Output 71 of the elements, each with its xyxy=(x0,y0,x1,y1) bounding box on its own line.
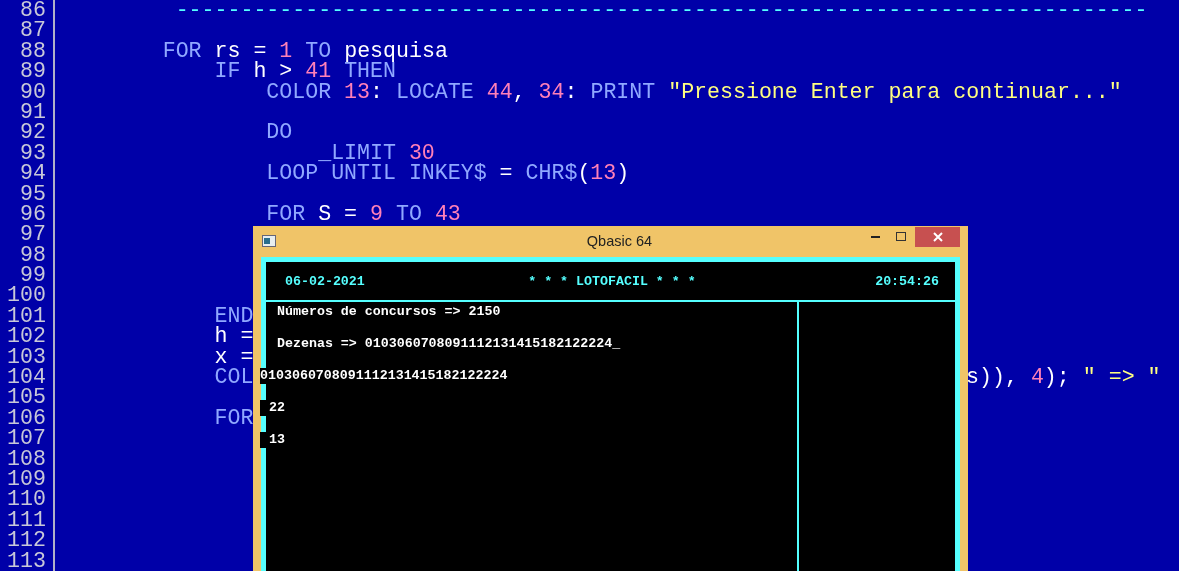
console-output: 22 xyxy=(260,400,285,416)
line-number: 107 xyxy=(0,428,55,449)
keyword: TO xyxy=(396,201,422,226)
line-number: 92 xyxy=(0,122,55,143)
keyword: IF xyxy=(214,59,241,84)
line-number: 110 xyxy=(0,489,55,510)
minimize-icon xyxy=(870,234,880,238)
window-icon xyxy=(262,235,276,247)
console-output: Dezenas => 0103060708091112131415182122224_ xyxy=(277,336,621,352)
line-number: 95 xyxy=(0,183,55,204)
line-number: 106 xyxy=(0,407,55,429)
console-output: Números de concursos => 2150 xyxy=(277,304,501,320)
code-text: : xyxy=(370,79,383,104)
window-title: Qbasic 64 xyxy=(586,233,653,249)
string-literal: " => " xyxy=(1082,365,1161,390)
code-text: s)), xyxy=(966,365,1018,390)
keyword: CHR$ xyxy=(525,161,578,186)
number-literal: 9 xyxy=(370,201,384,226)
string-literal: "Pressione Enter para continuar..." xyxy=(668,79,1122,104)
keyword: LOCATE xyxy=(395,79,474,104)
number-literal: 43 xyxy=(434,201,461,226)
code-text: : xyxy=(564,79,578,104)
line-number: 112 xyxy=(0,530,55,551)
line-number: 88 xyxy=(0,40,55,62)
line-number: 87 xyxy=(0,20,55,41)
code-text: S = xyxy=(318,201,358,226)
line-number: 113 xyxy=(0,550,55,571)
line-number: 94 xyxy=(0,163,55,184)
line-number: 104 xyxy=(0,367,55,388)
line-number: 102 xyxy=(0,326,55,347)
number-literal: 13 xyxy=(344,79,371,104)
time-text: 20:54:26 xyxy=(875,273,939,289)
number-literal: 13 xyxy=(590,161,617,186)
line-number: 89 xyxy=(0,61,55,82)
line-number: 99 xyxy=(0,265,55,286)
close-button[interactable] xyxy=(915,227,960,247)
keyword: FOR xyxy=(162,38,202,63)
maximize-icon xyxy=(896,231,906,241)
console-output: 0103060708091112131415182122224 xyxy=(260,368,508,384)
keyword: DO xyxy=(266,120,293,145)
code-text: ) xyxy=(616,161,630,186)
console-output: 13 xyxy=(260,432,285,448)
code-text: ); xyxy=(1043,365,1070,390)
keyword: FOR xyxy=(214,405,254,430)
line-number: 93 xyxy=(0,142,55,164)
line-number: 105 xyxy=(0,387,55,408)
number-literal: 4 xyxy=(1030,365,1044,390)
line-number: 96 xyxy=(0,203,55,225)
line-number: 109 xyxy=(0,469,55,490)
code-text: pesquisa xyxy=(344,38,448,63)
date-text: 06-02-2021 xyxy=(285,273,365,289)
number-literal: 34 xyxy=(538,79,565,104)
keyword: FOR xyxy=(266,201,306,226)
line-number: 90 xyxy=(0,81,55,102)
keyword: PRINT xyxy=(590,79,656,104)
close-icon xyxy=(932,232,943,242)
line-number: 111 xyxy=(0,509,55,531)
program-heading: * * * LOTOFACIL * * * xyxy=(528,273,696,289)
number-literal: 44 xyxy=(486,79,513,104)
line-number: 97 xyxy=(0,224,55,245)
code-text: ( xyxy=(577,161,591,186)
code-text: = xyxy=(499,161,513,186)
comment-line: --------------------------------------------------------------------------- xyxy=(175,0,1148,22)
line-number: 100 xyxy=(0,285,55,306)
line-number: 108 xyxy=(0,448,55,469)
line-number: 103 xyxy=(0,346,55,368)
line-number: 91 xyxy=(0,101,55,123)
code-text: , xyxy=(512,79,526,104)
line-number: 98 xyxy=(0,244,55,266)
line-number: 101 xyxy=(0,305,55,327)
line-number: 86 xyxy=(0,0,55,21)
